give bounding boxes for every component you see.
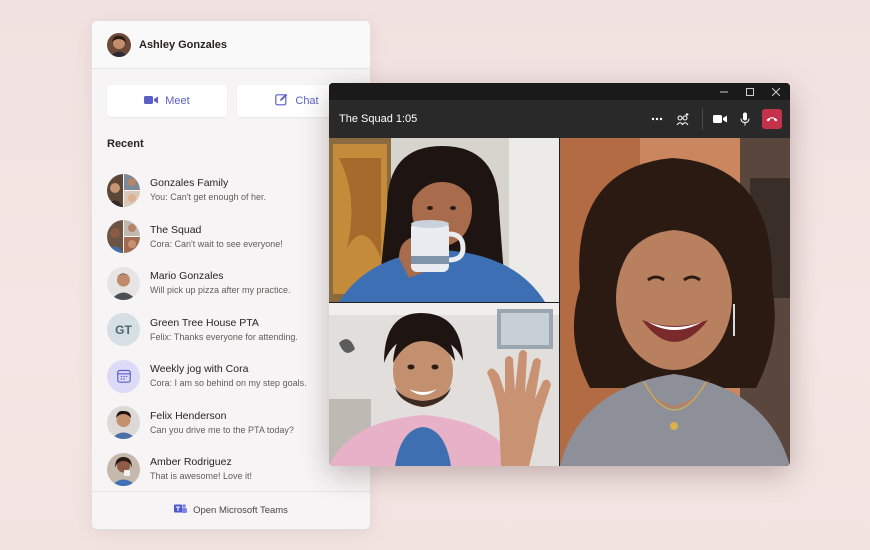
item-name: Mario Gonzales <box>150 270 224 283</box>
group-avatar <box>107 173 140 207</box>
add-people-icon[interactable] <box>672 108 694 130</box>
hang-up-icon[interactable] <box>762 109 782 129</box>
open-teams-label: Open Microsoft Teams <box>193 505 288 516</box>
item-name: The Squad <box>150 223 202 236</box>
open-teams-link[interactable]: Open Microsoft Teams <box>92 491 370 529</box>
more-options-icon[interactable] <box>646 108 668 130</box>
person-avatar <box>107 406 140 440</box>
recent-heading: Recent <box>107 138 144 150</box>
item-preview: That is awesome! Love it! <box>150 471 253 482</box>
item-preview: Cora: I am so behind on my step goals. <box>150 378 307 389</box>
participant-video-tile[interactable] <box>560 138 790 466</box>
participant-video-tile[interactable] <box>329 138 559 302</box>
video-camera-icon[interactable] <box>702 108 730 130</box>
close-button[interactable] <box>766 84 786 100</box>
item-name: Felix Henderson <box>150 409 227 422</box>
meet-button[interactable]: Meet <box>107 85 227 117</box>
item-name: Gonzales Family <box>150 177 229 190</box>
meet-label: Meet <box>165 95 190 107</box>
video-grid <box>329 138 790 466</box>
item-preview: You: Can't get enough of her. <box>150 192 266 203</box>
profile-header: Ashley Gonzales <box>92 21 370 69</box>
item-preview: Felix: Thanks everyone for attending. <box>150 331 298 342</box>
group-avatar <box>107 220 140 254</box>
user-avatar[interactable] <box>107 32 131 57</box>
call-title: The Squad 1:05 <box>339 113 418 125</box>
video-camera-icon <box>144 95 159 108</box>
initials-avatar: GT <box>107 313 140 347</box>
participant-video-tile[interactable] <box>329 303 559 466</box>
call-toolbar: The Squad 1:05 <box>329 100 790 138</box>
item-preview: Can you drive me to the PTA today? <box>150 424 294 435</box>
compose-icon <box>275 93 288 109</box>
item-name: Amber Rodriguez <box>150 456 232 469</box>
action-row: Meet Chat <box>107 85 357 117</box>
minimize-button[interactable] <box>714 84 734 100</box>
calendar-icon <box>107 359 140 393</box>
item-preview: Cora: Can't wait to see everyone! <box>150 238 283 249</box>
maximize-button[interactable] <box>740 84 760 100</box>
video-call-window: The Squad 1:05 <box>329 83 790 466</box>
person-avatar <box>107 266 140 300</box>
person-avatar <box>107 452 140 486</box>
item-preview: Will pick up pizza after my practice. <box>150 285 291 296</box>
item-name: Weekly jog with Cora <box>150 363 249 376</box>
teams-logo-icon <box>174 503 188 518</box>
microphone-icon[interactable] <box>734 108 756 130</box>
user-name: Ashley Gonzales <box>139 38 228 51</box>
chat-label: Chat <box>295 95 319 107</box>
item-name: Green Tree House PTA <box>150 316 259 329</box>
window-titlebar <box>329 83 790 100</box>
